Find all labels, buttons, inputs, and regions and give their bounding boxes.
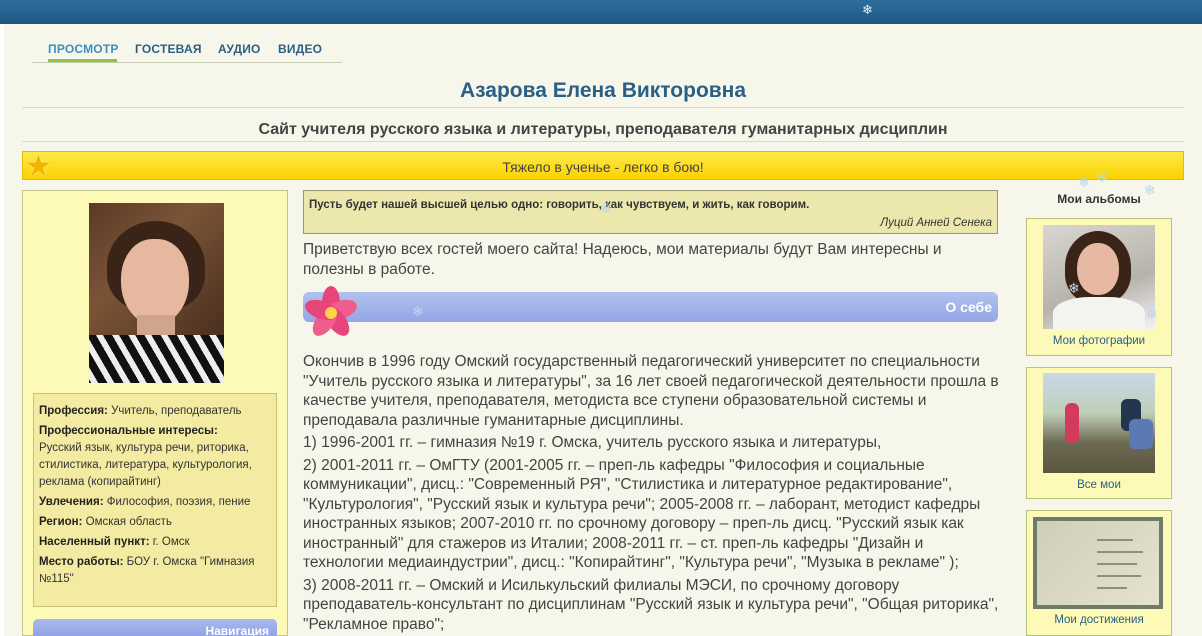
nav-video[interactable]: ВИДЕО <box>278 42 322 56</box>
album-thumbnail[interactable] <box>1033 517 1163 609</box>
nav-active-indicator <box>48 59 117 62</box>
snowflake-icon: ❄ <box>412 303 424 319</box>
motto-banner: ★ Тяжело в ученье - легко в бою! <box>22 150 1184 183</box>
profile-profession: Профессия: Учитель, преподаватель <box>39 405 242 417</box>
profile-city: Населенный пункт: г. Омск <box>39 536 190 548</box>
album-caption[interactable]: Мои фотографии <box>1027 335 1171 347</box>
quote-box: Пусть будет нашей высшей целью одно: гов… <box>303 190 998 234</box>
album-caption[interactable]: Все мои <box>1027 479 1171 491</box>
top-bar: ❄ <box>0 0 1202 24</box>
site-subtitle: Сайт учителя русского языка и литературы… <box>258 121 948 138</box>
flower-icon <box>305 286 357 336</box>
album-caption[interactable]: Мои достижения <box>1027 614 1171 626</box>
profile-hobbies: Увлечения: Философия, поэзия, пение <box>39 496 251 508</box>
profile-info: Профессия: Учитель, преподаватель Профес… <box>33 393 277 607</box>
snowflake-icon: ❄ <box>1068 280 1080 296</box>
nav-view[interactable]: ПРОСМОТР <box>48 42 119 56</box>
album-photos[interactable]: Мои фотографии <box>1026 218 1172 356</box>
about-header: О себе <box>303 292 998 322</box>
album-thumbnail[interactable] <box>1043 373 1155 473</box>
snowflake-icon: ❄ <box>600 200 612 216</box>
profile-panel: Профессия: Учитель, преподаватель Профес… <box>22 190 288 636</box>
nav-guestbook[interactable]: ГОСТЕВАЯ <box>135 42 202 56</box>
about-paragraph: 1) 1996-2001 гг. – гимназия №19 г. Омска… <box>303 434 882 451</box>
about-title: О себе <box>945 299 992 315</box>
snowflake-icon: ❄ <box>862 2 873 17</box>
profile-region: Регион: Омская область <box>39 516 172 528</box>
navigation-button[interactable]: Навигация <box>33 619 277 636</box>
profile-workplace: Место работы: БОУ г. Омска "Гимназия №11… <box>39 556 255 585</box>
about-paragraph: Окончив в 1996 году Омский государственн… <box>303 353 999 429</box>
album-achievements[interactable]: Мои достижения <box>1026 510 1172 636</box>
divider <box>22 107 1184 108</box>
quote-text: Пусть будет нашей высшей целью одно: гов… <box>309 199 810 211</box>
navigation-button-label: Навигация <box>205 624 269 636</box>
motto-text: Тяжело в ученье - легко в бою! <box>502 159 704 175</box>
top-nav: ПРОСМОТР ГОСТЕВАЯ АУДИО ВИДЕО <box>32 39 342 63</box>
about-paragraph: 3) 2008-2011 гг. – Омский и Исилькульски… <box>303 576 999 633</box>
snowflake-icon: ❄ <box>1078 174 1090 190</box>
album-all[interactable]: Все мои <box>1026 367 1172 499</box>
greeting-text: Приветствую всех гостей моего сайта! Над… <box>303 241 942 278</box>
nav-audio[interactable]: АУДИО <box>218 42 261 56</box>
profile-photo[interactable] <box>89 203 224 383</box>
snowflake-icon: ❄ <box>1146 306 1158 322</box>
profile-interests: Профессиональные интересы: Русский язык, … <box>39 425 252 488</box>
quote-author: Луций Анней Сенека <box>880 217 992 229</box>
about-paragraph: 2) 2001-2011 гг. – ОмГТУ (2001-2005 гг. … <box>303 456 981 572</box>
page-content: ПРОСМОТР ГОСТЕВАЯ АУДИО ВИДЕО Азарова Ел… <box>4 24 1202 636</box>
snowflake-icon: ❄ <box>1144 182 1156 198</box>
album-thumbnail[interactable] <box>1043 225 1155 329</box>
snowflake-icon: ❄ <box>1096 169 1108 185</box>
about-text: Окончив в 1996 году Омский государственн… <box>303 352 1003 636</box>
divider <box>22 141 1184 142</box>
site-title: Азарова Елена Викторовна <box>459 79 747 102</box>
